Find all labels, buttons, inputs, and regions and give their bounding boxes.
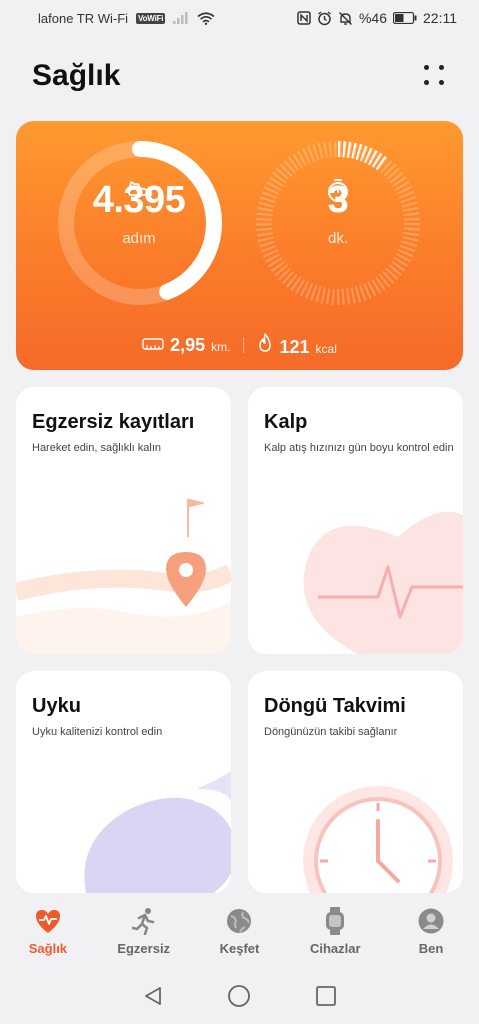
nav-item-saglik[interactable]: Sağlık (8, 907, 88, 956)
person-icon (417, 907, 445, 935)
exercise-records-tile[interactable]: Egzersiz kayıtları Hareket edin, sağlıkl… (16, 387, 231, 654)
back-icon[interactable] (142, 985, 164, 1007)
tile-subtitle: Kalp atış hızınızı gün boyu kontrol edin (264, 442, 454, 454)
activity-footer: 2,95 km. 121 kcal (0, 332, 479, 358)
system-navigation-bar (0, 968, 479, 1024)
battery-percent: %46 (358, 10, 387, 26)
running-icon (130, 907, 158, 935)
dot-icon (439, 65, 444, 70)
minutes-summary: 3 dk. (263, 180, 413, 247)
nav-label: Ben (418, 941, 444, 956)
flame-icon (258, 332, 271, 352)
minutes-unit: dk. (327, 230, 348, 247)
nfc-icon (297, 11, 311, 25)
stat-divider (242, 337, 244, 353)
heart-pulse-icon (34, 907, 62, 935)
steps-summary: 4.395 adım (64, 180, 214, 247)
sleep-tile[interactable]: Uyku Uyku kalitenizi kontrol edin (16, 671, 231, 893)
signal-icon (173, 12, 189, 24)
distance-unit: km. (211, 339, 231, 354)
tile-title: Egzersiz kayıtları (32, 411, 195, 433)
nav-item-kesfet[interactable]: Keşfet (199, 907, 279, 956)
distance-value: 2,95 (170, 334, 206, 355)
calories-unit: kcal (315, 341, 337, 356)
nav-label: Egzersiz (117, 941, 171, 956)
bottom-navigation: Sağlık Egzersiz Keşfet Cihazlar Ben (0, 893, 479, 968)
steps-unit: adım (122, 230, 156, 247)
tile-subtitle: Hareket edin, sağlıklı kalın (32, 442, 162, 454)
status-right: %46 22:11 (297, 10, 457, 26)
dot-icon (439, 80, 444, 85)
tile-title: Kalp (264, 411, 308, 433)
tile-title: Uyku (32, 695, 81, 717)
nav-label: Keşfet (219, 941, 260, 956)
header: Sağlık (32, 56, 449, 96)
tile-title: Döngü Takvimi (264, 695, 406, 717)
steps-value: 4.395 (92, 179, 186, 221)
clock-time: 22:11 (423, 10, 457, 26)
nav-item-ben[interactable]: Ben (391, 907, 471, 956)
distance-stat: 2,95 km. (142, 334, 231, 356)
dot-icon (424, 80, 429, 85)
minutes-value: 3 (327, 179, 349, 221)
nav-label: Sağlık (28, 941, 68, 956)
heart-rate-tile[interactable]: Kalp Kalp atış hızınızı gün boyu kontrol… (248, 387, 463, 654)
ruler-icon (142, 337, 164, 350)
nav-item-egzersiz[interactable]: Egzersiz (104, 907, 184, 956)
tile-subtitle: Döngünüzün takibi sağlanır (264, 726, 398, 738)
nav-label: Cihazlar (309, 941, 361, 956)
watch-icon (321, 907, 349, 935)
status-bar: lafone TR Wi-Fi VoWiFi %46 22:11 (0, 0, 479, 36)
calories-stat: 121 kcal (256, 332, 337, 358)
tile-subtitle: Uyku kalitenizi kontrol edin (32, 726, 163, 738)
page-title: Sağlık (32, 59, 121, 92)
vowifi-badge: VoWiFi (136, 12, 166, 24)
dot-icon (424, 65, 429, 70)
globe-icon (225, 907, 253, 935)
cycle-calendar-tile[interactable]: Döngü Takvimi Döngünüzün takibi sağlanır (248, 671, 463, 893)
nav-item-cihazlar[interactable]: Cihazlar (295, 907, 375, 956)
home-icon[interactable] (227, 984, 251, 1008)
mute-icon (338, 11, 353, 26)
alarm-icon (317, 10, 332, 26)
battery-icon (393, 12, 417, 24)
status-left: lafone TR Wi-Fi VoWiFi (38, 11, 215, 26)
calories-value: 121 (279, 336, 310, 357)
carrier-name: lafone TR Wi-Fi (38, 10, 129, 26)
wifi-icon (197, 11, 215, 25)
grid-menu-button[interactable] (421, 62, 449, 90)
recents-icon[interactable] (315, 985, 337, 1007)
